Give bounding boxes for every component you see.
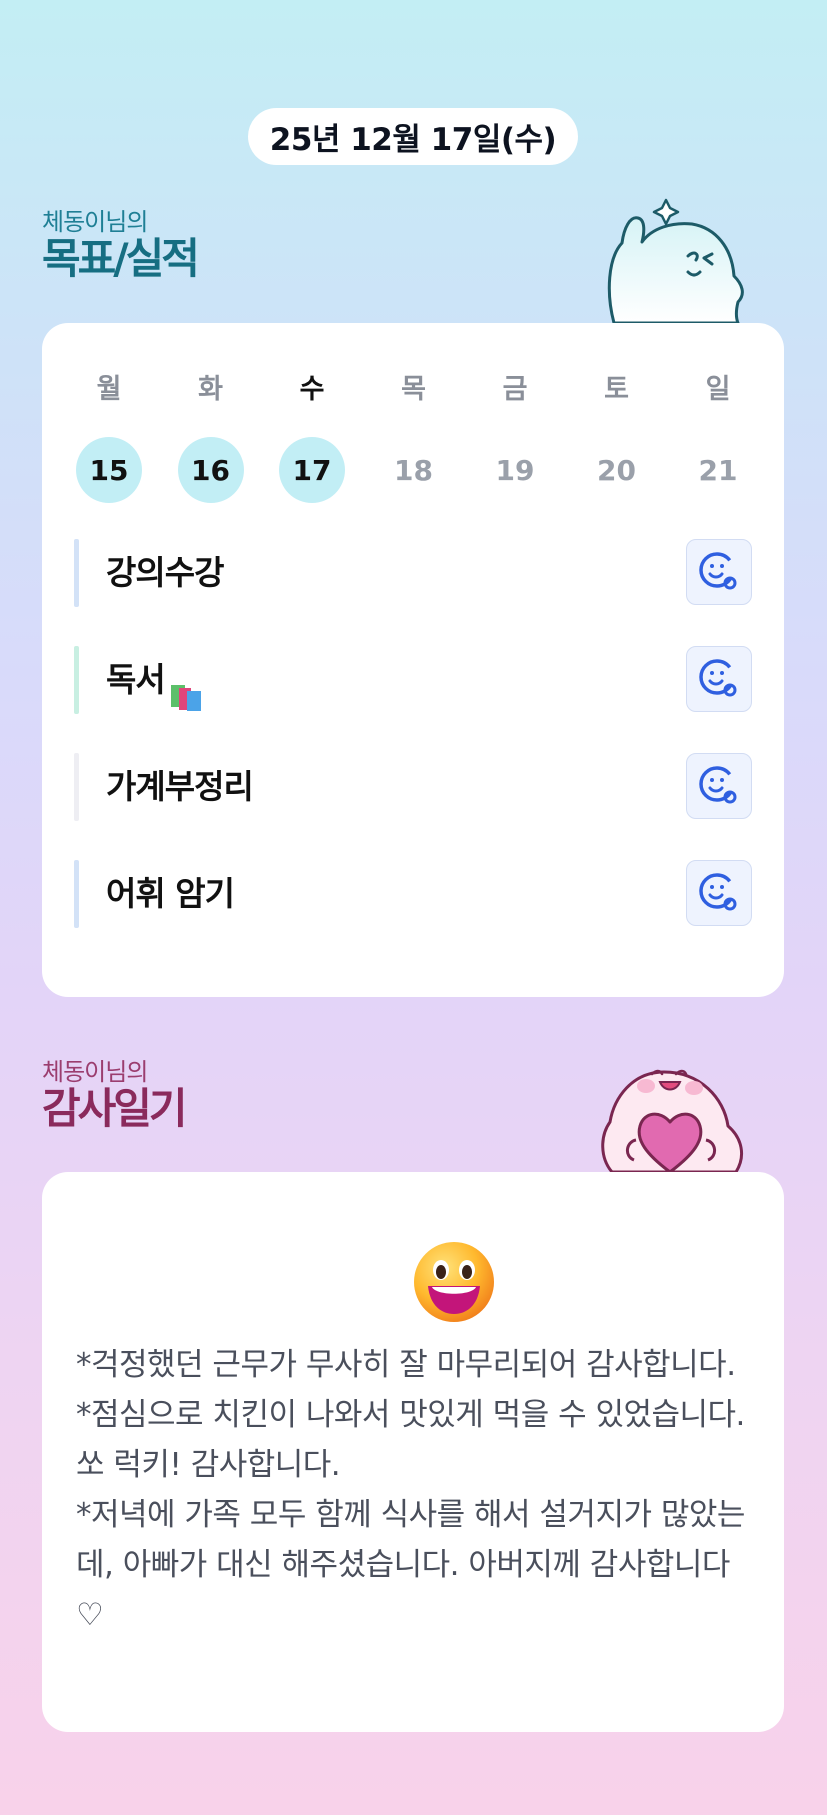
goal-color-bar (74, 860, 79, 928)
weekday-label: 월 (96, 374, 122, 405)
smile-face-icon (697, 550, 741, 594)
calendar-day[interactable]: 수 17 (277, 373, 347, 503)
smile-face-icon (697, 764, 741, 808)
day-number: 20 (597, 453, 636, 487)
smile-face-icon (697, 871, 741, 915)
weekday-label: 일 (705, 374, 731, 405)
goal-item[interactable]: 강의수강 (74, 539, 752, 607)
day-number: 21 (698, 453, 738, 487)
goals-subtitle: 체동이님의 (42, 208, 148, 236)
goal-label: 독서 (106, 660, 166, 699)
goal-item[interactable]: 독서 (74, 646, 752, 714)
goal-label-wrap: 독서 (106, 646, 203, 714)
calendar-day[interactable]: 일 21 (683, 373, 753, 503)
goals-section-heading: 체동이님의 목표/실적 (42, 208, 200, 283)
goal-label: 어휘 암기 (106, 874, 235, 913)
grinning-face-icon (414, 1242, 494, 1322)
calendar-day[interactable]: 토 20 (582, 373, 652, 503)
day-number: 19 (495, 453, 535, 487)
goal-color-bar (74, 539, 79, 607)
goal-item[interactable]: 가계부정리 (74, 753, 752, 821)
weekday-label: 목 (401, 374, 426, 405)
goal-label-wrap: 어휘 암기 (106, 860, 235, 928)
day-number: 15 (76, 437, 142, 503)
goal-label-wrap: 가계부정리 (106, 753, 254, 821)
calendar-day[interactable]: 금 19 (480, 373, 550, 503)
day-number: 17 (279, 437, 345, 503)
goal-status-button[interactable] (686, 753, 752, 819)
diary-entry-text: *걱정했던 근무가 무사히 잘 마무리되어 감사합니다. *점심으로 치킨이 나… (76, 1347, 745, 1633)
goal-label: 강의수강 (106, 553, 224, 592)
weekday-label: 토 (604, 374, 629, 405)
day-number: 18 (394, 453, 433, 487)
goal-status-button[interactable] (686, 646, 752, 712)
goal-label-wrap: 강의수강 (106, 539, 224, 607)
diary-section-heading: 체동이님의 감사일기 (42, 1058, 188, 1133)
goal-status-button[interactable] (686, 539, 752, 605)
mascot-thumbs-up-icon (607, 198, 744, 323)
date-selector[interactable]: 25년 12월 17일(수) (248, 108, 578, 165)
smile-face-icon (697, 657, 741, 701)
mascot-heart-icon (601, 1069, 744, 1172)
goal-status-button[interactable] (686, 860, 752, 926)
goal-label: 가계부정리 (106, 767, 254, 806)
calendar-day[interactable]: 화 16 (176, 373, 246, 503)
date-label: 25년 12월 17일(수) (269, 122, 557, 158)
diary-title: 감사일기 (42, 1084, 188, 1133)
gratitude-diary-card: *걱정했던 근무가 무사히 잘 마무리되어 감사합니다. *점심으로 치킨이 나… (42, 1172, 784, 1732)
day-number: 16 (177, 437, 244, 503)
goals-title: 목표/실적 (42, 234, 200, 283)
books-icon (169, 667, 203, 711)
goal-item[interactable]: 어휘 암기 (74, 860, 752, 928)
weekday-label: 금 (502, 374, 528, 405)
calendar-day[interactable]: 월 15 (74, 373, 144, 503)
goal-color-bar (74, 753, 79, 821)
weekday-label: 화 (198, 374, 223, 405)
diary-subtitle: 체동이님의 (42, 1058, 148, 1086)
week-calendar: 월 15 화 16 수 17 목 18 금 19 토 20 일 21 (74, 373, 786, 503)
weekday-label: 수 (299, 374, 325, 405)
goals-card: 월 15 화 16 수 17 목 18 금 19 토 20 일 21 강의수강독서가계부정리어휘 암기 (42, 323, 784, 997)
goal-color-bar (74, 646, 79, 714)
calendar-day[interactable]: 목 18 (379, 373, 449, 503)
